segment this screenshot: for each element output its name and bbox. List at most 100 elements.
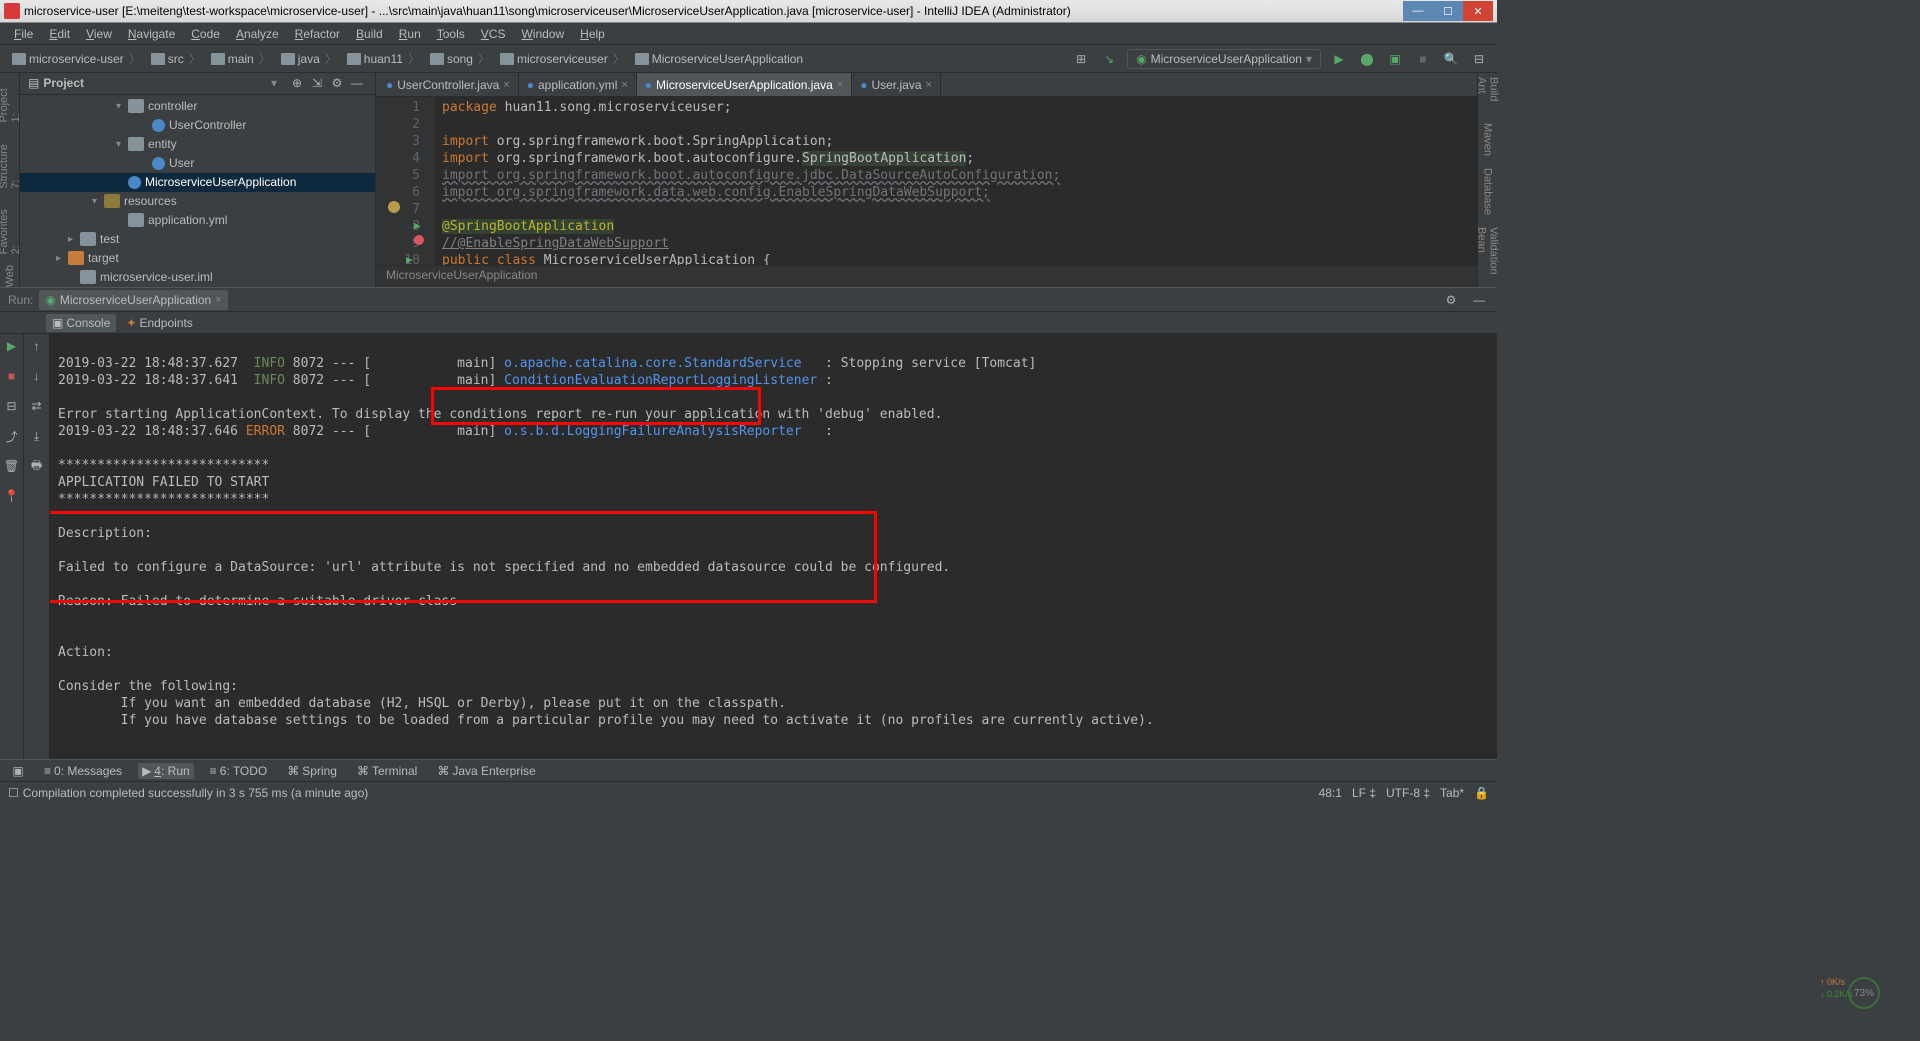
stop-run-icon[interactable]: ■	[2, 366, 22, 386]
menu-analyze[interactable]: Analyze	[228, 25, 287, 43]
menu-tools[interactable]: Tools	[429, 25, 473, 43]
right-stripe-tab[interactable]: Ant Build	[1476, 77, 1500, 111]
editor-tab[interactable]: ●User.java×	[852, 73, 941, 96]
tree-item[interactable]: ▸target	[20, 249, 375, 268]
tree-item[interactable]: application.yml	[20, 211, 375, 230]
breadcrumb-item[interactable]: MicroserviceUserApplication	[631, 52, 807, 66]
breakpoint-icon[interactable]	[414, 235, 424, 245]
wrap-icon[interactable]: ⇄	[27, 396, 47, 416]
hide-icon[interactable]: —	[347, 73, 367, 93]
window-close-button[interactable]: ✕	[1463, 1, 1493, 21]
tree-item[interactable]: User	[20, 154, 375, 173]
stop-button[interactable]: ■	[1413, 49, 1433, 69]
dump-icon[interactable]: ⊟	[2, 396, 22, 416]
run-gutter-icon-2[interactable]: ▶	[406, 252, 413, 265]
menu-build[interactable]: Build	[348, 25, 391, 43]
bottom-tab[interactable]: ⌘Java Enterprise	[433, 764, 539, 778]
close-icon[interactable]: ×	[621, 79, 627, 91]
menu-file[interactable]: File	[6, 25, 41, 43]
left-stripe-tab[interactable]: 1: Project	[0, 77, 22, 123]
exit-icon[interactable]: ⤴	[2, 426, 22, 446]
search-icon[interactable]: 🔍	[1441, 49, 1461, 69]
close-icon[interactable]: ×	[926, 79, 932, 91]
bulb-icon[interactable]	[388, 201, 400, 213]
editor-tab[interactable]: ●UserController.java×	[378, 73, 519, 96]
breadcrumb-item[interactable]: song 〉	[426, 50, 496, 67]
project-tree[interactable]: ▾controllerUserController▾entityUserMicr…	[20, 95, 375, 287]
rerun-icon[interactable]: ▶	[2, 336, 22, 356]
coverage-button[interactable]: ▣	[1385, 49, 1405, 69]
tree-item[interactable]: ▾controller	[20, 97, 375, 116]
menu-edit[interactable]: Edit	[41, 25, 78, 43]
tree-item[interactable]: UserController	[20, 116, 375, 135]
tree-item[interactable]: ▸test	[20, 230, 375, 249]
cursor-position[interactable]: 48:1	[1319, 786, 1342, 800]
settings-icon[interactable]: ⊟	[1469, 49, 1489, 69]
bottom-tab[interactable]: ≡6: TODO	[206, 764, 272, 778]
editor-breadcrumb[interactable]: MicroserviceUserApplication	[376, 265, 1477, 287]
menu-help[interactable]: Help	[572, 25, 613, 43]
tree-item[interactable]: ▾entity	[20, 135, 375, 154]
locate-icon[interactable]: ⊕	[287, 73, 307, 93]
bottom-tab[interactable]: ▶4: Run	[138, 763, 194, 779]
gear-icon[interactable]: ⚙	[327, 73, 347, 93]
menu-run[interactable]: Run	[391, 25, 429, 43]
scroll-icon[interactable]: ⤓	[27, 426, 47, 446]
left-stripe-tab[interactable]: 7: Structure	[0, 133, 22, 189]
console-subtab[interactable]: ▣ Console	[46, 314, 116, 332]
menu-navigate[interactable]: Navigate	[120, 25, 183, 43]
run-tab[interactable]: ◉ MicroserviceUserApplication ×	[39, 290, 227, 310]
run-button[interactable]: ▶	[1329, 49, 1349, 69]
breadcrumb-item[interactable]: main 〉	[207, 50, 277, 67]
indicator-icon[interactable]: 🔒	[1474, 786, 1489, 800]
tree-item[interactable]: ▾resources	[20, 192, 375, 211]
menu-view[interactable]: View	[78, 25, 120, 43]
bottom-tab[interactable]: ⌘Spring	[283, 764, 341, 778]
breadcrumb-item[interactable]: java 〉	[277, 50, 343, 67]
down-icon[interactable]: ↓	[27, 366, 47, 386]
window-minimize-button[interactable]: —	[1403, 1, 1433, 21]
trash-icon[interactable]: 🗑	[2, 456, 22, 476]
tool-window-icon[interactable]: ▣	[8, 761, 28, 781]
breadcrumb-item[interactable]: src 〉	[147, 50, 207, 67]
right-stripe-tab[interactable]: Bean Validation	[1476, 227, 1500, 287]
context-indicator[interactable]: Tab*	[1440, 786, 1464, 800]
tree-item[interactable]: MicroserviceUserApplication	[20, 173, 375, 192]
console-output[interactable]: 2019-03-22 18:48:37.627 INFO 8072 --- [ …	[50, 334, 1497, 759]
pin-icon[interactable]: 📍	[2, 486, 22, 506]
left-stripe-tab[interactable]: Web	[4, 265, 16, 287]
right-stripe-tab[interactable]: Database	[1482, 168, 1494, 215]
menu-code[interactable]: Code	[183, 25, 228, 43]
sync-icon[interactable]: ↘	[1099, 49, 1119, 69]
endpoints-subtab[interactable]: ✦ Endpoints	[120, 314, 198, 332]
print-icon[interactable]: 🖶	[27, 456, 47, 476]
close-icon[interactable]: ×	[837, 79, 843, 91]
window-maximize-button[interactable]: ☐	[1433, 1, 1463, 21]
breadcrumb-item[interactable]: huan11 〉	[343, 50, 426, 67]
editor-code[interactable]: package huan11.song.microserviceuser; im…	[434, 97, 1477, 265]
run-hide-icon[interactable]: —	[1469, 290, 1489, 310]
menu-refactor[interactable]: Refactor	[287, 25, 348, 43]
menu-window[interactable]: Window	[513, 25, 572, 43]
debug-button[interactable]: ⬤	[1357, 49, 1377, 69]
breadcrumb-item[interactable]: microservice-user 〉	[8, 50, 147, 67]
collapse-icon[interactable]: ⇲	[307, 73, 327, 93]
run-gutter-icon[interactable]: ▶	[414, 218, 421, 233]
build-icon[interactable]: ⊞	[1071, 49, 1091, 69]
bottom-tab[interactable]: ⌘Terminal	[353, 764, 421, 778]
up-icon[interactable]: ↑	[27, 336, 47, 356]
line-separator[interactable]: LF ‡	[1352, 786, 1376, 800]
breadcrumb-item[interactable]: microserviceuser 〉	[496, 50, 631, 67]
run-settings-icon[interactable]: ⚙	[1441, 290, 1461, 310]
close-icon[interactable]: ×	[503, 79, 509, 91]
close-icon[interactable]: ×	[215, 294, 221, 306]
file-encoding[interactable]: UTF-8 ‡	[1386, 786, 1430, 800]
run-config-selector[interactable]: ◉ MicroserviceUserApplication ▾	[1127, 49, 1321, 69]
editor-tab[interactable]: ●application.yml×	[519, 73, 637, 96]
menu-vcs[interactable]: VCS	[473, 25, 514, 43]
editor-tab[interactable]: ●MicroserviceUserApplication.java×	[637, 73, 852, 96]
left-stripe-tab[interactable]: 2: Favorites	[0, 198, 22, 254]
right-stripe-tab[interactable]: Maven	[1482, 123, 1494, 156]
bottom-tab[interactable]: ≡0: Messages	[40, 764, 126, 778]
tree-item[interactable]: microservice-user.iml	[20, 268, 375, 287]
